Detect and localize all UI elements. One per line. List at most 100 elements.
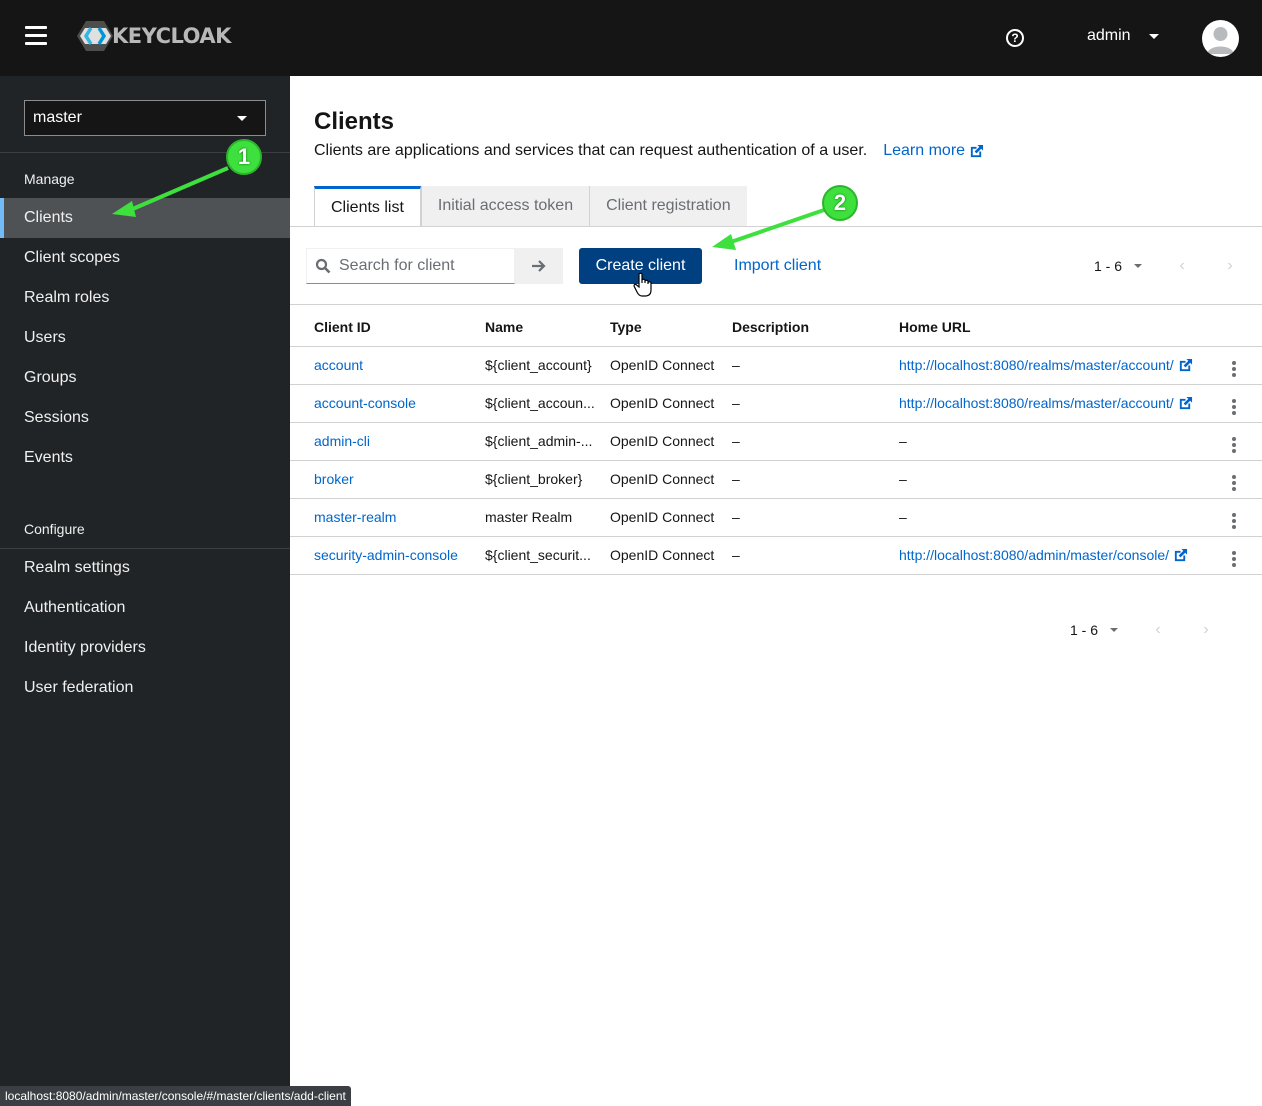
- table-row: master-realm master Realm OpenID Connect…: [290, 498, 1262, 537]
- external-link-icon: [970, 144, 984, 157]
- search-submit-button[interactable]: [515, 248, 563, 284]
- annotation-badge-1: 1: [226, 139, 262, 175]
- home-url-link[interactable]: http://localhost:8080/admin/master/conso…: [899, 547, 1188, 563]
- table-row: admin-cli ${client_admin-... OpenID Conn…: [290, 422, 1262, 461]
- client-name: ${client_admin-...: [485, 422, 610, 461]
- column-header-client-id[interactable]: Client ID: [290, 308, 485, 347]
- kebab-menu-icon[interactable]: [1229, 436, 1239, 454]
- sidebar-item-users[interactable]: Users: [0, 318, 290, 358]
- sidebar-item-authentication[interactable]: Authentication: [0, 588, 290, 628]
- table-row: account-console ${client_accoun... OpenI…: [290, 384, 1262, 423]
- import-client-button[interactable]: Import client: [734, 248, 821, 284]
- home-url-empty: –: [899, 471, 907, 487]
- home-url-link[interactable]: http://localhost:8080/realms/master/acco…: [899, 395, 1193, 411]
- caret-down-icon: [237, 115, 247, 121]
- avatar-silhouette-icon: [1207, 27, 1234, 54]
- sidebar-item-realm-settings[interactable]: Realm settings: [0, 548, 290, 588]
- client-name: ${client_broker}: [485, 460, 610, 499]
- sidebar-item-sessions[interactable]: Sessions: [0, 398, 290, 438]
- client-description: –: [732, 422, 899, 461]
- username: admin: [1087, 27, 1131, 44]
- client-description: –: [732, 384, 899, 423]
- caret-down-icon[interactable]: [1134, 264, 1143, 268]
- client-type: OpenID Connect: [610, 346, 732, 385]
- sidebar-item-realm-roles[interactable]: Realm roles: [0, 278, 290, 318]
- client-id-link[interactable]: master-realm: [314, 509, 396, 525]
- kebab-menu-icon[interactable]: [1229, 474, 1239, 492]
- sidebar-item-client-scopes[interactable]: Client scopes: [0, 238, 290, 278]
- next-page-button[interactable]: ›: [1196, 621, 1216, 639]
- clients-table: Client ID Name Type Description Home URL…: [290, 308, 1262, 575]
- table-row: security-admin-console ${client_securit.…: [290, 536, 1262, 575]
- page-title: Clients: [314, 108, 395, 135]
- arrow-right-icon: [532, 260, 546, 272]
- search-box: [306, 248, 515, 284]
- search-input[interactable]: [339, 257, 509, 275]
- realm-selector[interactable]: master: [24, 100, 266, 136]
- external-link-icon: [1179, 358, 1192, 371]
- home-url-link[interactable]: http://localhost:8080/realms/master/acco…: [899, 357, 1193, 373]
- sidebar-item-clients[interactable]: Clients: [0, 198, 290, 238]
- masthead: KEYCLOAK ? admin: [0, 0, 1262, 76]
- tab-client-registration[interactable]: Client registration: [589, 186, 747, 226]
- help-icon[interactable]: ?: [1006, 29, 1024, 47]
- pagination-range[interactable]: 1 - 6: [1070, 622, 1098, 638]
- client-id-link[interactable]: account: [314, 357, 363, 373]
- home-url-empty: –: [899, 433, 907, 449]
- user-menu-toggle[interactable]: admin: [1087, 27, 1159, 45]
- sidebar-item-events[interactable]: Events: [0, 438, 290, 478]
- page-description: Clients are applications and services th…: [314, 142, 984, 160]
- client-type: OpenID Connect: [610, 422, 732, 461]
- home-url-text: http://localhost:8080/realms/master/acco…: [899, 395, 1174, 411]
- tabs-divider: [290, 226, 1262, 227]
- status-bar-url: localhost:8080/admin/master/console/#/ma…: [0, 1086, 351, 1106]
- description-text: Clients are applications and services th…: [314, 142, 868, 159]
- keycloak-logo-icon: [77, 21, 113, 51]
- tab-initial-access-token[interactable]: Initial access token: [420, 186, 590, 226]
- client-description: –: [732, 346, 899, 385]
- kebab-menu-icon[interactable]: [1229, 512, 1239, 530]
- column-header-name[interactable]: Name: [485, 308, 610, 347]
- sidebar: master Manage Clients Client scopes Real…: [0, 76, 290, 1106]
- hand-cursor-icon: [633, 272, 652, 297]
- sidebar-item-user-federation[interactable]: User federation: [0, 668, 290, 708]
- client-type: OpenID Connect: [610, 536, 732, 575]
- kebab-menu-icon[interactable]: [1229, 550, 1239, 568]
- client-id-link[interactable]: broker: [314, 471, 354, 487]
- client-id-link[interactable]: account-console: [314, 395, 416, 411]
- kebab-menu-icon[interactable]: [1229, 398, 1239, 416]
- sidebar-item-groups[interactable]: Groups: [0, 358, 290, 398]
- table-toolbar: Create client Import client 1 - 6 ‹ ›: [306, 248, 1246, 284]
- client-id-link[interactable]: security-admin-console: [314, 547, 458, 563]
- learn-more-link[interactable]: Learn more: [883, 142, 984, 160]
- search-icon: [315, 258, 331, 274]
- next-page-button[interactable]: ›: [1220, 257, 1240, 275]
- pagination-range[interactable]: 1 - 6: [1094, 258, 1122, 274]
- caret-down-icon[interactable]: [1110, 628, 1119, 632]
- previous-page-button[interactable]: ‹: [1172, 257, 1192, 275]
- table-row: account ${client_account} OpenID Connect…: [290, 346, 1262, 385]
- client-name: ${client_account}: [485, 346, 610, 385]
- client-id-link[interactable]: admin-cli: [314, 433, 370, 449]
- user-avatar-icon[interactable]: [1202, 20, 1239, 57]
- home-url-text: http://localhost:8080/admin/master/conso…: [899, 547, 1170, 563]
- previous-page-button[interactable]: ‹: [1148, 621, 1168, 639]
- column-header-description[interactable]: Description: [732, 308, 899, 347]
- main-content: Clients Clients are applications and ser…: [290, 76, 1262, 1106]
- annotation-badge-2: 2: [822, 185, 858, 221]
- tab-clients-list[interactable]: Clients list: [314, 186, 421, 227]
- section-title-manage: Manage: [24, 171, 75, 187]
- external-link-icon: [1174, 548, 1188, 561]
- tabs: Clients list Initial access token Client…: [314, 186, 747, 227]
- column-header-type[interactable]: Type: [610, 308, 732, 347]
- kebab-menu-icon[interactable]: [1229, 360, 1239, 378]
- hamburger-icon[interactable]: [25, 26, 47, 46]
- external-link-icon: [1179, 396, 1192, 409]
- client-name: ${client_accoun...: [485, 384, 610, 423]
- sidebar-item-identity-providers[interactable]: Identity providers: [0, 628, 290, 668]
- table-row: broker ${client_broker} OpenID Connect –…: [290, 460, 1262, 499]
- section-title-configure: Configure: [24, 521, 85, 537]
- column-header-actions: [1229, 308, 1262, 347]
- column-header-home-url[interactable]: Home URL: [899, 308, 1229, 347]
- keycloak-logo[interactable]: KEYCLOAK: [76, 20, 231, 52]
